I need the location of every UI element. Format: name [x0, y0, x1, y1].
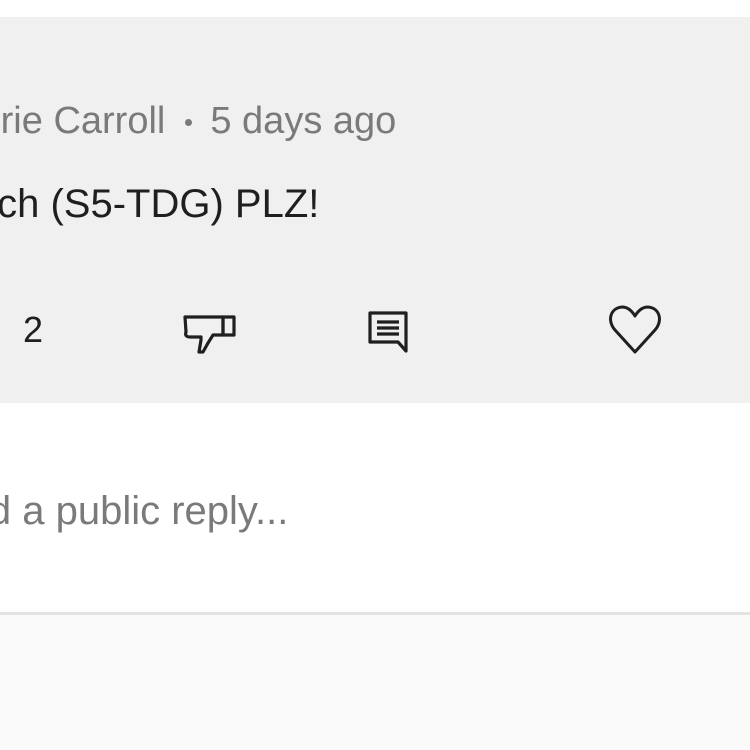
- dislike-button[interactable]: [178, 305, 242, 365]
- comment-timestamp: 5 days ago: [210, 99, 397, 142]
- heart-icon: [609, 305, 661, 354]
- reply-button[interactable]: [360, 305, 416, 361]
- reply-composer: [0, 403, 750, 613]
- like-count: 2: [23, 309, 44, 350]
- reply-comment-icon: [368, 311, 408, 353]
- heart-button[interactable]: [602, 299, 668, 361]
- comment-thread-view: rrie Carroll 5 days ago tch (S5-TDG) PLZ…: [0, 0, 750, 750]
- thumbs-down-icon: [183, 315, 236, 354]
- public-reply-input[interactable]: [0, 481, 720, 541]
- meta-separator-dot: [185, 118, 193, 126]
- top-strip: [0, 0, 750, 17]
- comment-author[interactable]: rrie Carroll: [0, 100, 165, 143]
- comment-text: tch (S5-TDG) PLZ!: [0, 181, 320, 226]
- bottom-blank-area: [0, 615, 750, 750]
- comment-card: rrie Carroll 5 days ago tch (S5-TDG) PLZ…: [0, 17, 750, 403]
- comment-meta: rrie Carroll 5 days ago: [0, 95, 396, 147]
